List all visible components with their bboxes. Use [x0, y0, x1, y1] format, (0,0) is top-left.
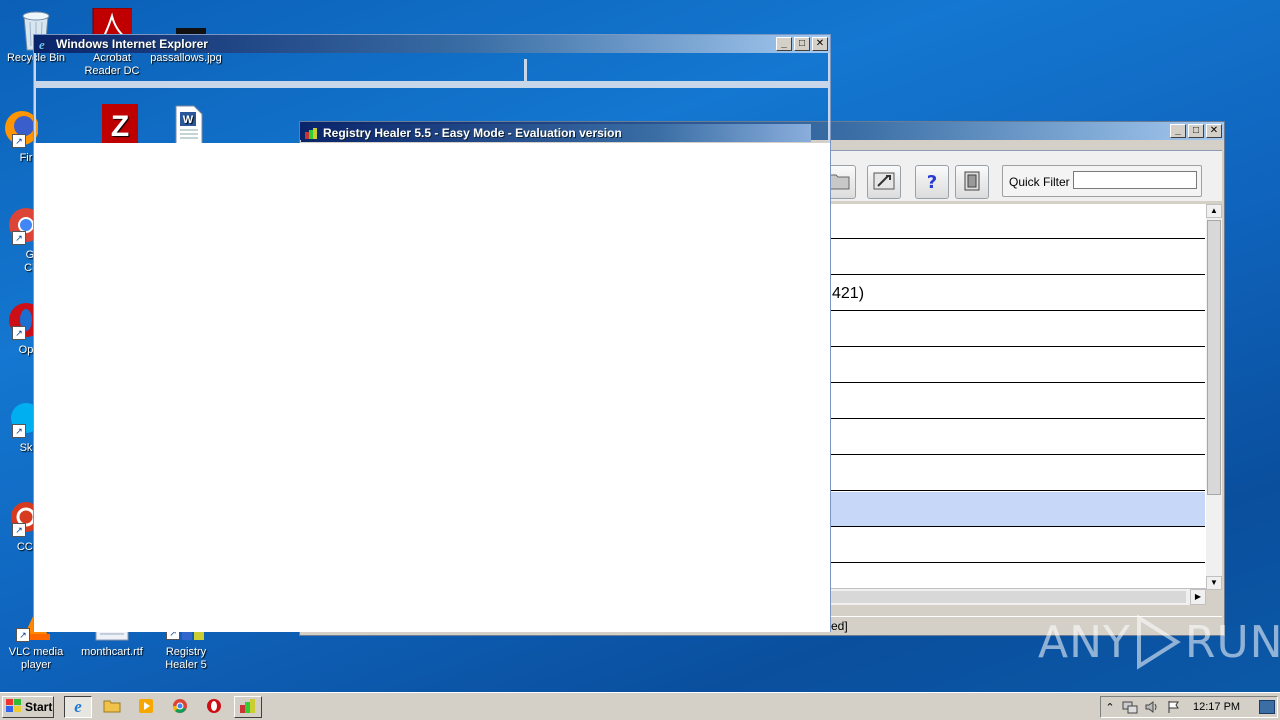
- registry-healer-icon: [239, 698, 257, 717]
- action-center-flag-icon[interactable]: [1163, 700, 1185, 714]
- registry-healer-title-strip[interactable]: Registry Healer 5.5 - Easy Mode - Evalua…: [301, 124, 811, 142]
- clock[interactable]: 12:17 PM: [1193, 701, 1240, 713]
- media-player-icon: [138, 698, 154, 717]
- ie-frame-ghost-left: [34, 53, 36, 145]
- ie-title: Windows Internet Explorer: [56, 37, 208, 51]
- status-text: ed]: [831, 619, 848, 633]
- desktop-icon-label: monthcart.rtf: [81, 646, 143, 658]
- desktop-icon-label: Op: [18, 344, 34, 356]
- list-row[interactable]: [830, 420, 1205, 455]
- folder-icon: [828, 172, 850, 193]
- tools-icon: [872, 170, 896, 195]
- quick-filter-group: Quick Filter: [1002, 165, 1202, 197]
- results-list[interactable]: 421): [830, 204, 1206, 590]
- desktop-icon-label: CCl: [16, 541, 36, 553]
- chrome-icon: [172, 698, 188, 717]
- desktop-icon-label: Sk: [19, 442, 33, 454]
- caption-buttons: _ □ ✕: [776, 37, 830, 51]
- scroll-down-arrow-icon[interactable]: ▼: [1206, 576, 1222, 590]
- show-desktop-icon[interactable]: [1259, 700, 1275, 714]
- settings-button[interactable]: [867, 165, 901, 199]
- quick-filter-input[interactable]: [1073, 171, 1197, 189]
- shortcut-arrow-icon: ↗: [12, 134, 26, 148]
- hscroll-thumb[interactable]: [830, 591, 1186, 603]
- taskbar: Start e ⌃ 12:17 PM: [0, 692, 1280, 720]
- desktop-icon-label: VLC media player: [8, 646, 64, 671]
- system-tray: ⌃ 12:17 PM: [1100, 696, 1278, 718]
- taskbar-chrome[interactable]: [166, 696, 194, 718]
- help-icon: ?: [926, 171, 938, 193]
- exit-button[interactable]: [955, 165, 989, 199]
- taskbar-media-player[interactable]: [132, 696, 160, 718]
- close-button[interactable]: ✕: [1206, 124, 1222, 138]
- ie-divider-ghost: [524, 59, 527, 81]
- caption-buttons: _ □ ✕: [1170, 124, 1224, 138]
- anyrun-watermark: ANY RUN: [1038, 612, 1280, 672]
- list-row[interactable]: [830, 456, 1205, 491]
- list-row[interactable]: [830, 240, 1205, 275]
- list-row[interactable]: [830, 564, 1205, 590]
- minimize-button[interactable]: _: [776, 37, 792, 51]
- taskbar-registry-healer[interactable]: [234, 696, 262, 718]
- maximize-button[interactable]: □: [1188, 124, 1204, 138]
- door-icon: [962, 170, 982, 195]
- horizontal-scrollbar[interactable]: ▶: [830, 588, 1206, 605]
- start-button[interactable]: Start: [2, 696, 54, 718]
- ie-titlebar[interactable]: e Windows Internet Explorer _ □ ✕: [34, 35, 830, 53]
- taskbar-explorer[interactable]: [98, 696, 126, 718]
- volume-icon[interactable]: [1141, 700, 1163, 714]
- shortcut-arrow-icon: ↗: [12, 424, 26, 438]
- windows-logo-icon: [6, 698, 22, 716]
- help-button[interactable]: ?: [915, 165, 949, 199]
- ie-toolbar-ghost: [34, 81, 830, 88]
- shortcut-arrow-icon: ↗: [12, 523, 26, 537]
- watermark-text-right: RUN: [1184, 616, 1280, 668]
- shortcut-arrow-icon: ↗: [12, 231, 26, 245]
- minimize-button[interactable]: _: [1170, 124, 1186, 138]
- start-label: Start: [25, 700, 53, 714]
- list-row-selected[interactable]: [830, 492, 1205, 527]
- shortcut-arrow-icon: ↗: [16, 628, 30, 642]
- taskbar-opera[interactable]: [200, 696, 228, 718]
- scroll-up-arrow-icon[interactable]: ▲: [1206, 204, 1222, 218]
- scroll-right-arrow-icon[interactable]: ▶: [1190, 589, 1206, 605]
- list-row[interactable]: [830, 528, 1205, 563]
- maximize-button[interactable]: □: [794, 37, 810, 51]
- registry-healer-app-icon: [304, 126, 320, 140]
- show-hidden-icons-icon[interactable]: ⌃: [1101, 701, 1119, 714]
- ie-frame-ghost-right: [828, 53, 830, 145]
- ie-content-overlay: [34, 143, 830, 630]
- opera-icon: [206, 698, 222, 717]
- vertical-scrollbar[interactable]: ▲ ▼: [1206, 204, 1222, 590]
- list-row[interactable]: [830, 204, 1205, 239]
- shortcut-arrow-icon: ↗: [12, 326, 26, 340]
- list-row[interactable]: [830, 384, 1205, 419]
- network-icon[interactable]: [1119, 700, 1141, 714]
- play-icon: [1135, 614, 1181, 670]
- list-row[interactable]: [830, 312, 1205, 347]
- ie-icon: e: [74, 697, 82, 716]
- folder-icon: [103, 699, 121, 716]
- list-row[interactable]: [830, 348, 1205, 383]
- close-button[interactable]: ✕: [812, 37, 828, 51]
- desktop-icon-label: Fir: [19, 152, 33, 164]
- quick-filter-label: Quick Filter: [1009, 175, 1070, 189]
- watermark-text-left: ANY: [1038, 616, 1131, 668]
- desktop-icon-label: Registry Healer 5: [165, 646, 207, 671]
- scroll-thumb[interactable]: [1207, 220, 1221, 495]
- taskbar-ie[interactable]: e: [64, 696, 92, 718]
- list-row[interactable]: 421): [830, 276, 1205, 311]
- registry-healer-title-strip-text: Registry Healer 5.5 - Easy Mode - Evalua…: [323, 126, 622, 140]
- ie-app-icon: e: [38, 37, 52, 51]
- svg-text:e: e: [39, 37, 45, 51]
